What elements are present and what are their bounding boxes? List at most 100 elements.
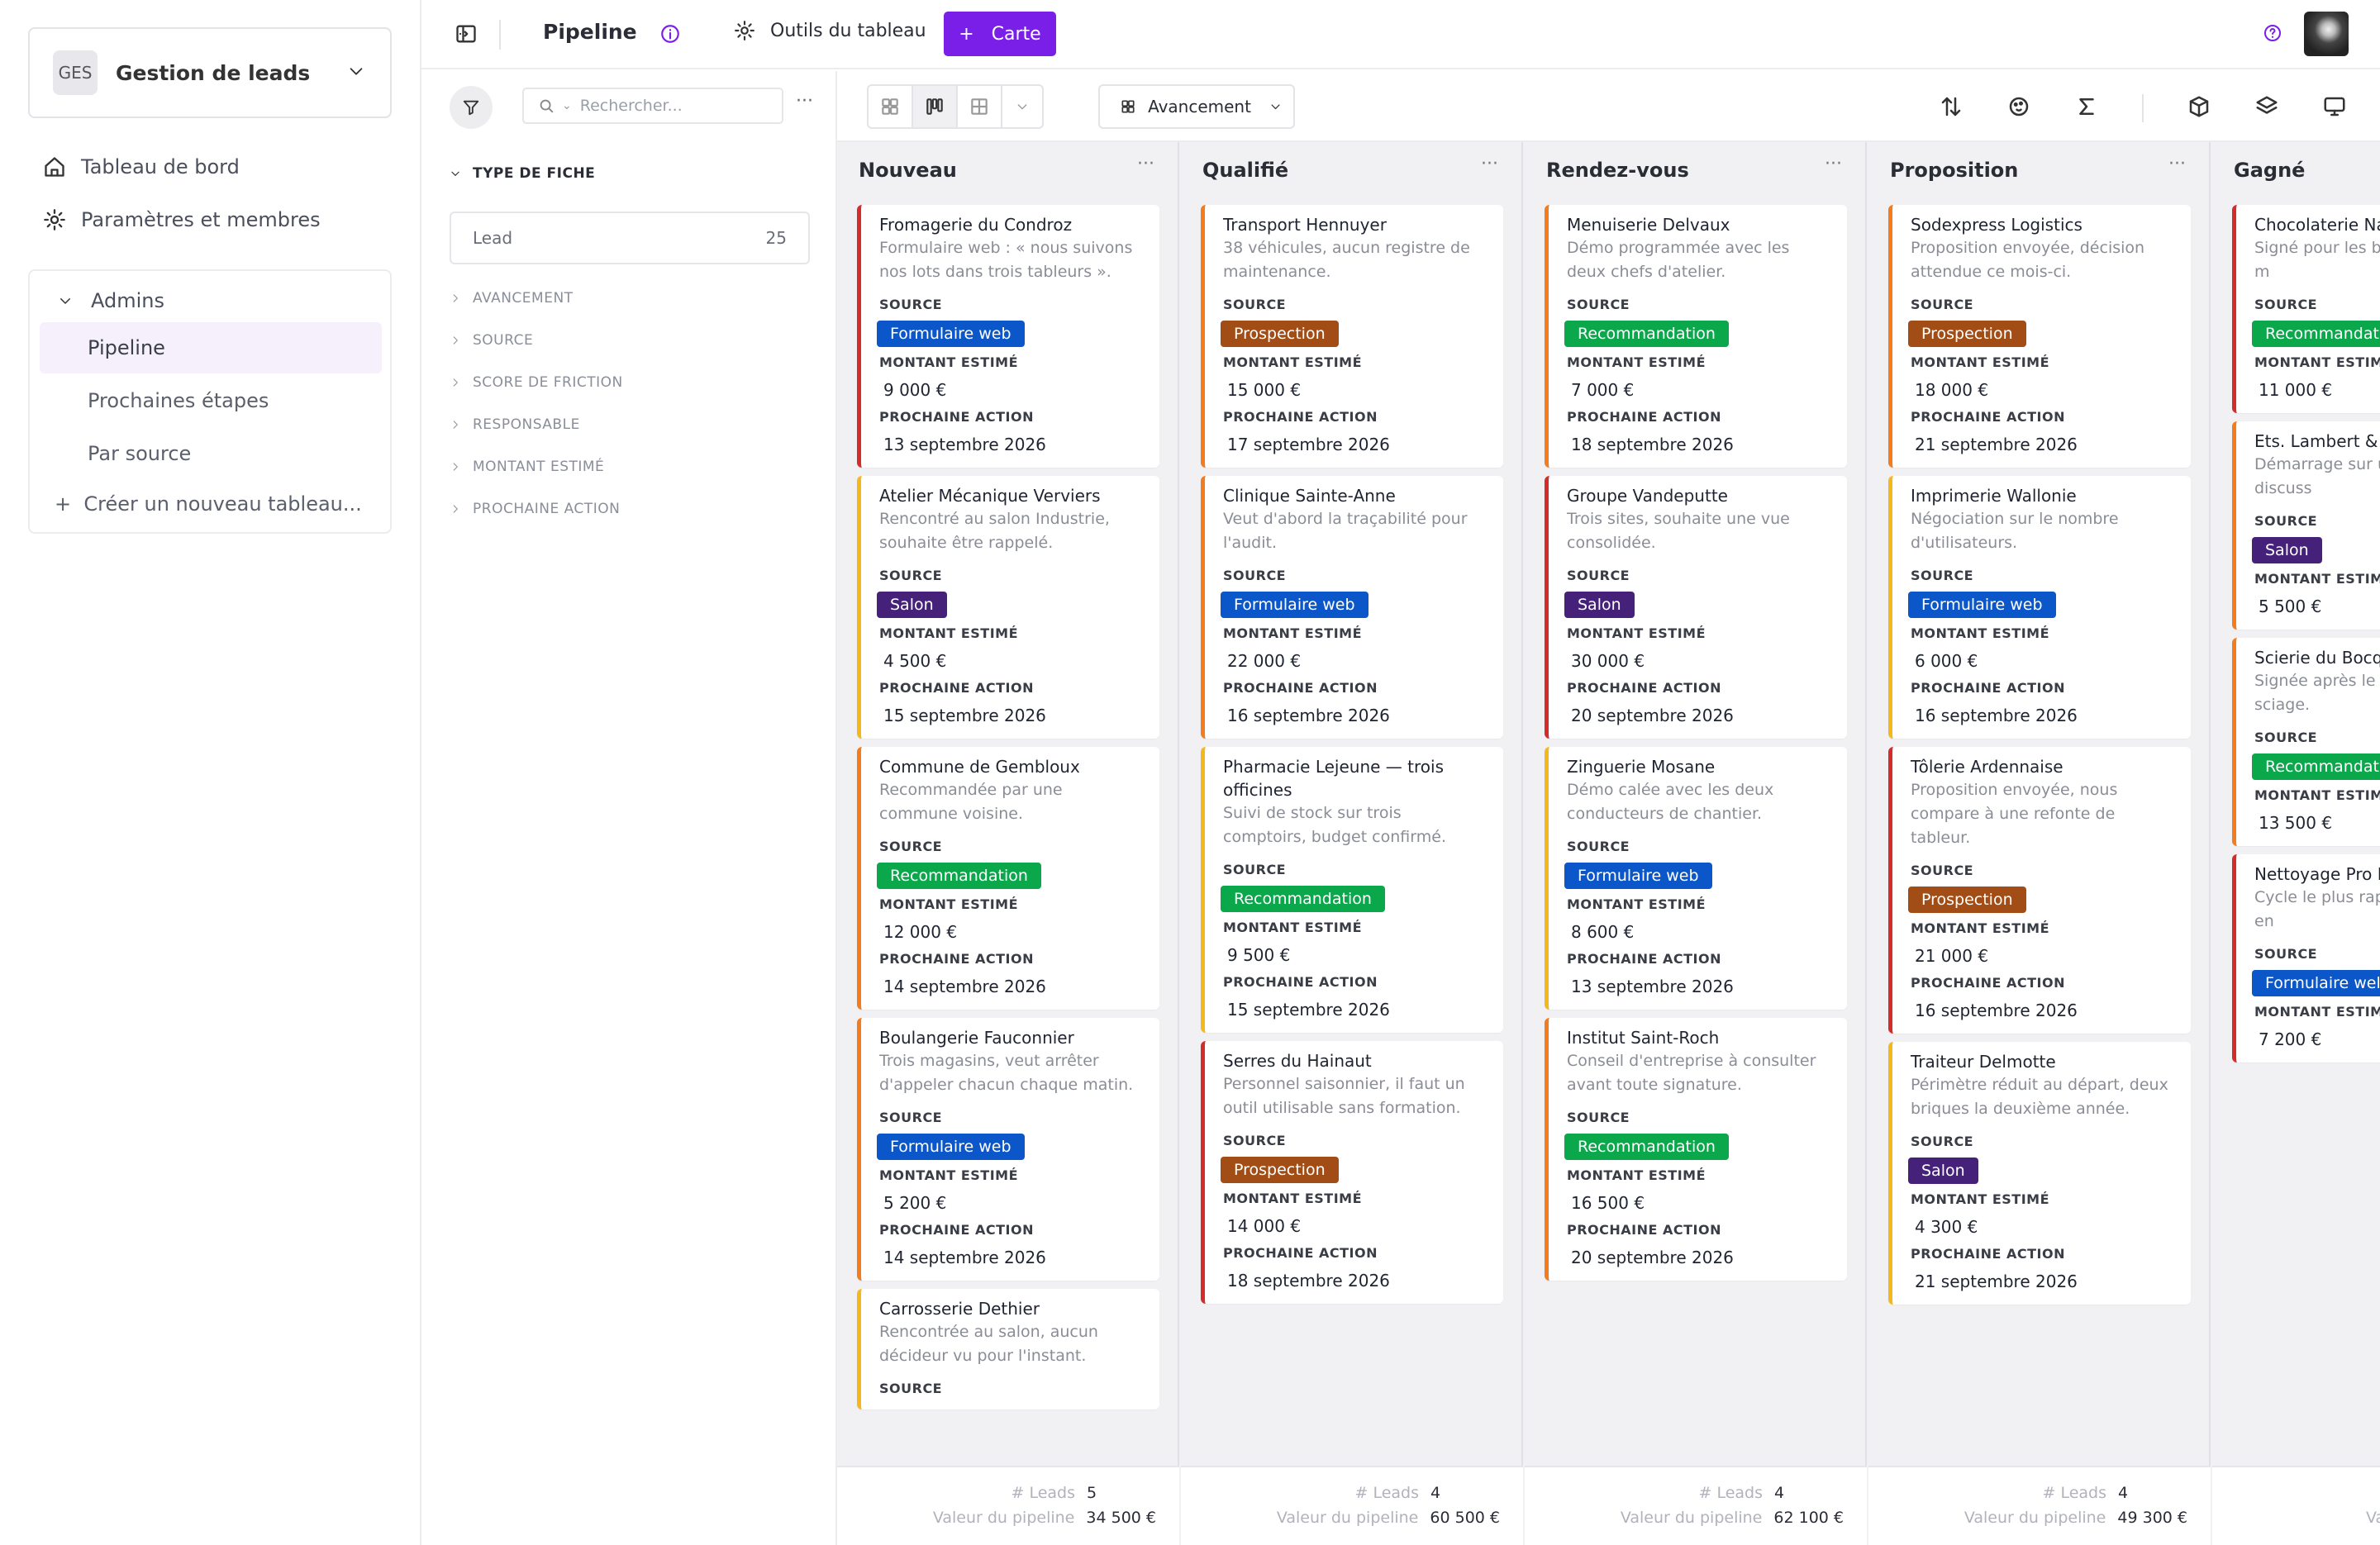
lead-card[interactable]: Groupe Vandeputte Trois sites, souhaite u… bbox=[1545, 476, 1847, 739]
nav-dashboard[interactable]: Tableau de bord bbox=[43, 155, 240, 178]
monitor-icon[interactable] bbox=[2322, 94, 2347, 119]
field-label-amount: MONTANT ESTIMÉ bbox=[1567, 1167, 1706, 1183]
filter-section-friction[interactable]: SCORE DE FRICTION bbox=[450, 374, 623, 391]
source-tag: Recommandation bbox=[1221, 886, 1385, 912]
board-item-par-source[interactable]: Par source bbox=[40, 428, 382, 479]
boards-group-toggle[interactable]: Admins bbox=[58, 289, 164, 312]
kanban-icon bbox=[926, 98, 943, 115]
filter-section-source[interactable]: SOURCE bbox=[450, 332, 533, 349]
field-label-source: SOURCE bbox=[1911, 1134, 1974, 1149]
filter-section-label: PROCHAINE ACTION bbox=[473, 501, 621, 517]
create-board-link[interactable]: + Créer un nouveau tableau... bbox=[55, 492, 362, 516]
sidebar-toggle-icon[interactable] bbox=[455, 22, 478, 45]
source-tag: Formulaire wel bbox=[2252, 970, 2380, 996]
lead-card[interactable]: Pharmacie Lejeune — trois officines Suivi… bbox=[1201, 747, 1503, 1033]
filter-option-lead[interactable]: Lead 25 bbox=[450, 212, 810, 264]
more-icon[interactable]: ··· bbox=[1137, 154, 1154, 174]
layers-icon[interactable] bbox=[2254, 94, 2279, 119]
app-sidebar: GES Gestion de leads Tableau de bord Par… bbox=[0, 0, 421, 1545]
field-label-source: SOURCE bbox=[1223, 1133, 1287, 1148]
view-table-button[interactable] bbox=[958, 86, 1002, 127]
filter-section-montant[interactable]: MONTANT ESTIMÉ bbox=[450, 459, 604, 475]
group-by-value: Avancement bbox=[1148, 97, 1251, 116]
lead-card[interactable]: Atelier Mécanique Verviers Rencontré au s… bbox=[857, 476, 1159, 739]
lead-card[interactable]: Commune de Gembloux Recommandée par une c… bbox=[857, 747, 1159, 1010]
lead-card[interactable]: Ets. Lambert & F Démarrage sur u autres e… bbox=[2232, 421, 2380, 630]
card-title: Nettoyage Pro L bbox=[2254, 864, 2380, 884]
amount-value: 18 000 € bbox=[1915, 380, 1989, 400]
more-icon[interactable]: ··· bbox=[2168, 154, 2186, 174]
help-icon[interactable] bbox=[2263, 23, 2282, 43]
view-grid-button[interactable] bbox=[869, 86, 913, 127]
field-label-next-action: PROCHAINE ACTION bbox=[879, 409, 1034, 425]
card-description: Signé pour les bi conformités et m bbox=[2254, 239, 2380, 281]
footer-leads-label: # Leads bbox=[1011, 1484, 1075, 1502]
board-item-prochaines-etapes[interactable]: Prochaines étapes bbox=[40, 375, 382, 426]
board-item-pipeline[interactable]: Pipeline bbox=[40, 322, 382, 373]
field-label-next-action: PROCHAINE ACTION bbox=[879, 1222, 1034, 1238]
field-label-source: SOURCE bbox=[1567, 568, 1630, 583]
lead-card[interactable]: Boulangerie Fauconnier Trois magasins, ve… bbox=[857, 1018, 1159, 1281]
more-icon[interactable]: ··· bbox=[1825, 154, 1842, 174]
filter-button[interactable] bbox=[450, 86, 493, 129]
field-label-next-action: PROCHAINE ACTION bbox=[1911, 680, 2065, 696]
lead-card[interactable]: Chocolaterie Nam Signé pour les bi confor… bbox=[2232, 205, 2380, 413]
field-label-amount: MONTANT ESTIMÉ bbox=[1223, 625, 1363, 641]
field-label-next-action: PROCHAINE ACTION bbox=[1567, 409, 1721, 425]
board-tools-button[interactable]: Outils du tableau bbox=[734, 20, 926, 41]
field-label-amount: MONTANT ESTIMÉ bbox=[879, 1167, 1019, 1183]
card-description: Recommandée par une commune voisine. bbox=[879, 781, 1063, 823]
lead-card[interactable]: Institut Saint-Roch Conseil d'entreprise … bbox=[1545, 1018, 1847, 1281]
view-kanban-button[interactable] bbox=[913, 86, 958, 127]
lead-card[interactable]: Traiteur Delmotte Périmètre réduit au dép… bbox=[1888, 1042, 2191, 1305]
card-title: Fromagerie du Condroz bbox=[879, 215, 1073, 235]
source-tag: Recommandation bbox=[877, 863, 1041, 889]
lead-card[interactable]: Menuiserie Delvaux Démo programmée avec l… bbox=[1545, 205, 1847, 468]
lead-card[interactable]: Zinguerie Mosane Démo calée avec les deux… bbox=[1545, 747, 1847, 1010]
boards-group-label: Admins bbox=[91, 289, 164, 312]
lead-card[interactable]: Clinique Sainte-Anne Veut d'abord la traç… bbox=[1201, 476, 1503, 739]
more-icon[interactable]: ··· bbox=[1481, 154, 1498, 174]
lead-card[interactable]: Scierie du Bocq Signée après le p ligne d… bbox=[2232, 638, 2380, 846]
lead-card[interactable]: Fromagerie du Condroz Formulaire web : « … bbox=[857, 205, 1159, 468]
footer-value: Valeur du pipeline 62 100 € bbox=[1621, 1509, 1844, 1527]
source-tag: Recommandation bbox=[1564, 321, 1729, 347]
field-label-amount: MONTANT ESTIMÉ bbox=[1911, 354, 2050, 370]
column-title: Rendez-vous bbox=[1546, 159, 1689, 182]
search-input[interactable]: ⌄ Rechercher... bbox=[522, 88, 783, 124]
lead-card[interactable]: Nettoyage Pro L Cycle le plus rap trois s… bbox=[2232, 854, 2380, 1062]
filter-section-responsable[interactable]: RESPONSABLE bbox=[450, 416, 580, 433]
palette-icon[interactable] bbox=[2006, 94, 2031, 119]
source-tag: Formulaire web bbox=[877, 321, 1025, 347]
avatar[interactable] bbox=[2304, 12, 2349, 56]
sum-icon[interactable] bbox=[2074, 94, 2099, 119]
filter-section-avancement[interactable]: AVANCEMENT bbox=[450, 290, 574, 307]
group-by-select[interactable]: Avancement bbox=[1098, 84, 1295, 129]
kanban-column: Gagné···Chocolaterie NamSigné pour les b… bbox=[2212, 142, 2380, 1545]
board-toolbar: Avancement bbox=[837, 71, 2380, 142]
lead-card[interactable]: Sodexpress Logistics Proposition envoyée,… bbox=[1888, 205, 2191, 468]
field-label-source: SOURCE bbox=[1911, 863, 1974, 878]
lead-card[interactable]: Carrosserie Dethier Rencontrée au salon, … bbox=[857, 1289, 1159, 1410]
lead-card[interactable]: Imprimerie Wallonie Négociation sur le no… bbox=[1888, 476, 2191, 739]
lead-card[interactable]: Tôlerie Ardennaise Proposition envoyée, n… bbox=[1888, 747, 2191, 1034]
workspace-switcher[interactable]: GES Gestion de leads bbox=[28, 27, 392, 118]
lead-card[interactable]: Serres du Hainaut Personnel saisonnier, i… bbox=[1201, 1041, 1503, 1304]
add-card-button[interactable]: + Carte bbox=[944, 12, 1056, 56]
box-icon[interactable] bbox=[2187, 94, 2211, 119]
nav-settings[interactable]: Paramètres et membres bbox=[43, 208, 321, 231]
filter-section-type[interactable]: TYPE DE FICHE bbox=[450, 165, 595, 182]
sort-icon[interactable] bbox=[1939, 94, 1963, 119]
card-title: Traiteur Delmotte bbox=[1911, 1052, 2056, 1072]
more-icon[interactable]: ··· bbox=[796, 91, 813, 112]
source-tag: Formulaire web bbox=[877, 1134, 1025, 1160]
view-more-button[interactable] bbox=[1002, 86, 1042, 127]
field-label-source: SOURCE bbox=[2254, 513, 2318, 529]
filters-panel: ⌄ Rechercher... ··· TYPE DE FICHE Lead 2… bbox=[421, 71, 837, 1545]
info-icon[interactable] bbox=[659, 23, 681, 45]
next-action-value: 15 septembre 2026 bbox=[883, 706, 1046, 725]
filter-section-prochaine-action[interactable]: PROCHAINE ACTION bbox=[450, 501, 620, 517]
lead-card[interactable]: Transport Hennuyer 38 véhicules, aucun re… bbox=[1201, 205, 1503, 468]
card-description: Formulaire web : « nous suivons nos lots… bbox=[879, 239, 1133, 281]
kanban-column: Qualifié ··· Transport Hennuyer 38 véhicule… bbox=[1181, 142, 1523, 1545]
